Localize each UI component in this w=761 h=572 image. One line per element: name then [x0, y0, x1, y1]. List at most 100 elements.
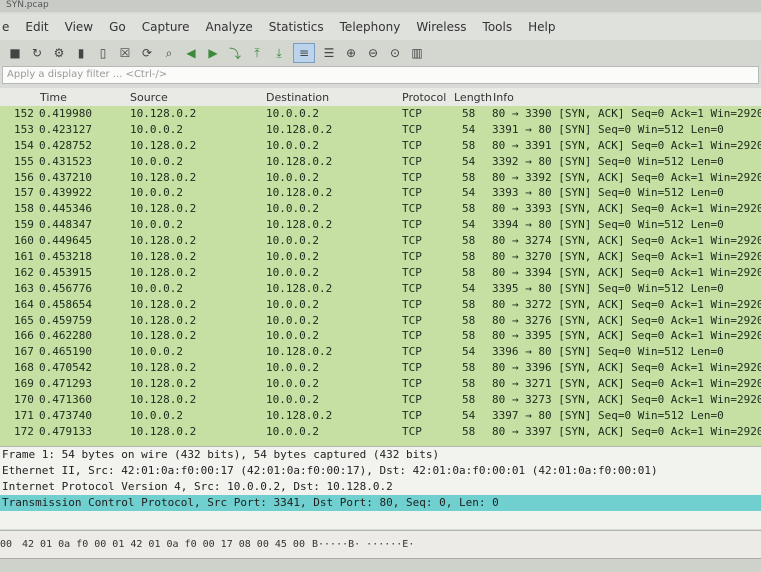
packet-row[interactable]: 171 0.473740 10.0.0.2 10.128.0.2 TCP 54 3397 →… [0, 407, 761, 424]
column-info[interactable]: Info [493, 91, 514, 104]
packet-row[interactable]: 154 0.428752 10.128.0.2 10.0.0.2 TCP 58 80 → 3… [0, 137, 761, 154]
packet-row[interactable]: 163 0.456776 10.0.0.2 10.128.0.2 TCP 54 3395 →… [0, 280, 761, 297]
hex-bytes[interactable]: 42 01 0a f0 00 01 42 01 0a f0 00 17 08 0… [22, 539, 305, 550]
column-destination[interactable]: Destination [266, 91, 329, 104]
packet-row[interactable]: 164 0.458654 10.128.0.2 10.0.0.2 TCP 58 80 → 3… [0, 296, 761, 313]
packet-row[interactable]: 160 0.449645 10.128.0.2 10.0.0.2 TCP 58 80 → 3… [0, 233, 761, 250]
column-length[interactable]: Length [454, 91, 492, 104]
packet-time: 0.448347 [39, 218, 92, 232]
resize-columns-icon[interactable]: ▥ [409, 45, 425, 61]
options-icon[interactable]: ⚙ [51, 45, 67, 61]
packet-protocol: TCP [402, 250, 422, 264]
autoscroll-icon[interactable]: ≡ [293, 43, 315, 63]
packet-number: 153 [14, 122, 34, 136]
menu-analyze[interactable]: Analyze [197, 20, 260, 34]
packet-destination: 10.128.0.2 [266, 281, 333, 295]
detail-frame[interactable]: Frame 1: 54 bytes on wire (432 bits), 54… [0, 447, 761, 463]
packet-row[interactable]: 157 0.439922 10.0.0.2 10.128.0.2 TCP 54 3393 →… [0, 185, 761, 202]
packet-time: 0.445346 [39, 202, 92, 216]
packet-row[interactable]: 162 0.453915 10.128.0.2 10.0.0.2 TCP 58 80 → 3… [0, 264, 761, 281]
packet-length: 58 [462, 313, 476, 327]
stop-icon[interactable]: ■ [7, 45, 23, 61]
menu-capture[interactable]: Capture [134, 20, 198, 34]
menu-help[interactable]: Help [520, 20, 563, 34]
find-icon[interactable]: ⌕ [161, 45, 177, 61]
packet-destination: 10.0.0.2 [266, 313, 319, 327]
menu-telephony[interactable]: Telephony [332, 20, 409, 34]
packet-row[interactable]: 170 0.471360 10.128.0.2 10.0.0.2 TCP 58 80 → 3… [0, 392, 761, 408]
packet-protocol: TCP [402, 377, 422, 391]
hex-offset: 00 [0, 539, 13, 550]
menu-tools[interactable]: Tools [475, 20, 521, 34]
colorize-icon[interactable]: ☰ [321, 45, 337, 61]
packet-row[interactable]: 161 0.453218 10.128.0.2 10.0.0.2 TCP 58 80 → 3… [0, 249, 761, 265]
go-to-icon[interactable]: ⤵ [227, 45, 243, 61]
packet-length: 58 [462, 202, 476, 216]
packet-list[interactable]: 152 0.419980 10.128.0.2 10.0.0.2 TCP 58 80 → 3… [0, 106, 761, 446]
packet-source: 10.128.0.2 [130, 138, 197, 152]
forward-icon[interactable]: ▶ [205, 45, 221, 61]
last-icon[interactable]: ⤓ [271, 45, 287, 61]
packet-row[interactable]: 158 0.445346 10.128.0.2 10.0.0.2 TCP 58 80 → 3… [0, 201, 761, 218]
packet-row[interactable]: 155 0.431523 10.0.0.2 10.128.0.2 TCP 54 3392 →… [0, 153, 761, 170]
menu-view[interactable]: View [57, 20, 101, 34]
packet-info: 80 → 3272 [SYN, ACK] Seq=0 Ack=1 Win=292… [492, 297, 761, 311]
packet-time: 0.456776 [39, 281, 92, 295]
menu-file[interactable]: e [0, 20, 17, 34]
packet-row[interactable]: 156 0.437210 10.128.0.2 10.0.0.2 TCP 58 80 → 3… [0, 169, 761, 186]
menu-statistics[interactable]: Statistics [261, 20, 332, 34]
close-file-icon[interactable]: ☒ [117, 45, 133, 61]
first-icon[interactable]: ⤒ [249, 45, 265, 61]
display-filter-input[interactable]: Apply a display filter ... <Ctrl-/> [2, 66, 759, 84]
zoom-in-icon[interactable]: ⊕ [343, 45, 359, 61]
packet-row[interactable]: 172 0.479133 10.128.0.2 10.0.0.2 TCP 58 80 → 3… [0, 423, 761, 440]
packet-length: 54 [462, 154, 476, 168]
menu-wireless[interactable]: Wireless [408, 20, 474, 34]
packet-time: 0.462280 [39, 329, 92, 343]
packet-length: 58 [462, 265, 476, 279]
packet-number: 152 [14, 107, 34, 120]
column-source[interactable]: Source [130, 91, 168, 104]
packet-length: 58 [462, 329, 476, 343]
packet-protocol: TCP [402, 424, 422, 438]
packet-number: 160 [14, 234, 34, 248]
hex-ascii[interactable]: B·····B· ······E· [312, 539, 414, 550]
packet-row[interactable]: 169 0.471293 10.128.0.2 10.0.0.2 TCP 58 80 → 3… [0, 376, 761, 393]
packet-row[interactable]: 168 0.470542 10.128.0.2 10.0.0.2 TCP 58 80 → 3… [0, 360, 761, 377]
menu-edit[interactable]: Edit [17, 20, 56, 34]
packet-info: 3392 → 80 [SYN] Seq=0 Win=512 Len=0 [492, 154, 724, 168]
packet-info: 80 → 3273 [SYN, ACK] Seq=0 Ack=1 Win=292… [492, 393, 761, 407]
detail-ethernet[interactable]: Ethernet II, Src: 42:01:0a:f0:00:17 (42:… [0, 463, 761, 479]
packet-destination: 10.128.0.2 [266, 122, 333, 136]
packet-row[interactable]: 159 0.448347 10.0.0.2 10.128.0.2 TCP 54 3394 →… [0, 217, 761, 234]
packet-row[interactable]: 165 0.459759 10.128.0.2 10.0.0.2 TCP 58 80 → 3… [0, 312, 761, 329]
packet-time: 0.453915 [39, 265, 92, 279]
packet-row[interactable]: 166 0.462280 10.128.0.2 10.0.0.2 TCP 58 80 → 3… [0, 328, 761, 345]
column-time[interactable]: Time [40, 91, 67, 104]
packet-row[interactable]: 167 0.465190 10.0.0.2 10.128.0.2 TCP 54 3396 →… [0, 344, 761, 361]
packet-source: 10.0.0.2 [130, 345, 183, 359]
packet-destination: 10.0.0.2 [266, 234, 319, 248]
packet-protocol: TCP [402, 154, 422, 168]
open-icon[interactable]: ▮ [73, 45, 89, 61]
packet-info: 80 → 3271 [SYN, ACK] Seq=0 Ack=1 Win=292… [492, 377, 761, 391]
packet-source: 10.128.0.2 [130, 329, 197, 343]
packet-row[interactable]: 152 0.419980 10.128.0.2 10.0.0.2 TCP 58 80 → 3… [0, 106, 761, 122]
detail-tcp[interactable]: Transmission Control Protocol, Src Port:… [0, 495, 761, 511]
detail-ipv4[interactable]: Internet Protocol Version 4, Src: 10.0.0… [0, 479, 761, 495]
restart-icon[interactable]: ↻ [29, 45, 45, 61]
back-icon[interactable]: ◀ [183, 45, 199, 61]
column-protocol[interactable]: Protocol [402, 91, 446, 104]
reload-icon[interactable]: ⟳ [139, 45, 155, 61]
packet-time: 0.428752 [39, 138, 92, 152]
packet-time: 0.459759 [39, 313, 92, 327]
packet-list-header: Time Source Destination Protocol Length … [0, 88, 761, 107]
save-icon[interactable]: ▯ [95, 45, 111, 61]
packet-row[interactable]: 153 0.423127 10.0.0.2 10.128.0.2 TCP 54 3391 →… [0, 121, 761, 138]
packet-source: 10.128.0.2 [130, 250, 197, 264]
zoom-reset-icon[interactable]: ⊙ [387, 45, 403, 61]
menu-go[interactable]: Go [101, 20, 134, 34]
packet-length: 54 [462, 408, 476, 422]
packet-info: 80 → 3393 [SYN, ACK] Seq=0 Ack=1 Win=292… [492, 202, 761, 216]
zoom-out-icon[interactable]: ⊖ [365, 45, 381, 61]
